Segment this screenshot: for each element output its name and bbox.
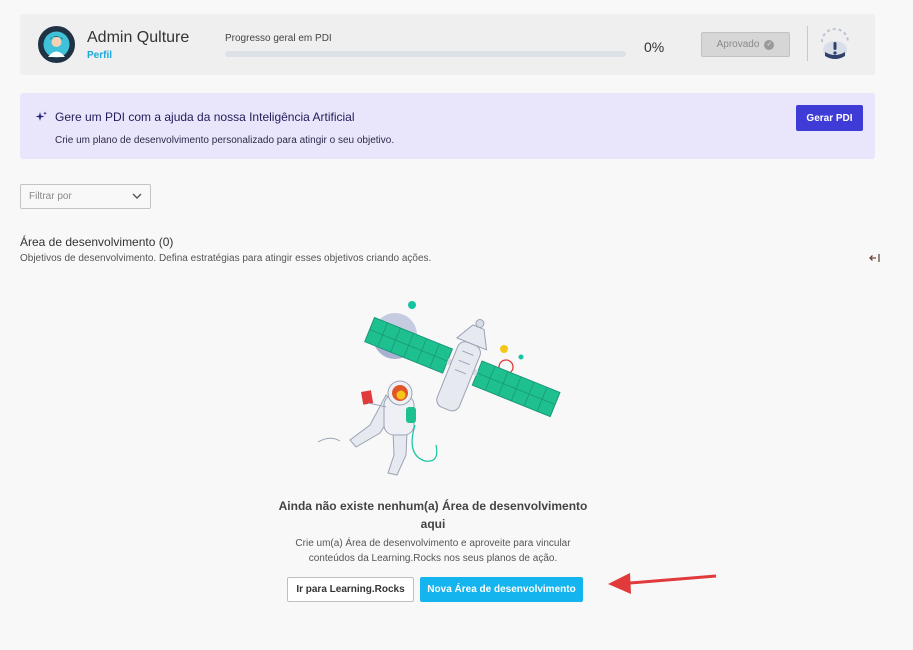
- alert-illustration-icon: [821, 28, 849, 59]
- approved-button-label: Aprovado: [716, 39, 760, 50]
- annotation-arrow-icon: [608, 573, 717, 594]
- profile-link[interactable]: Perfil: [87, 50, 112, 61]
- generate-pdi-button[interactable]: Gerar PDI: [796, 105, 863, 131]
- progress-percentage: 0%: [644, 39, 665, 55]
- empty-state-title: Ainda não existe nenhum(a) Área de desen…: [278, 499, 588, 531]
- section-description: Objetivos de desenvolvimento. Defina est…: [20, 253, 432, 264]
- collapse-left-icon[interactable]: [868, 252, 881, 264]
- ai-banner: Gere um PDI com a ajuda da nossa Intelig…: [20, 93, 875, 159]
- check-circle-icon: ✓: [764, 39, 775, 50]
- progress-bar: [225, 51, 626, 57]
- empty-state-description: Crie um(a) Área de desenvolvimento e apr…: [295, 538, 571, 564]
- header-divider: [807, 26, 808, 61]
- filter-select[interactable]: Filtrar por: [20, 184, 151, 209]
- learning-rocks-button[interactable]: Ir para Learning.Rocks: [287, 577, 414, 602]
- user-name: Admin Qulture: [87, 29, 190, 46]
- chevron-down-icon: [132, 193, 142, 199]
- astronaut-satellite-illustration: [317, 301, 561, 476]
- ai-banner-title: Gere um PDI com a ajuda da nossa Intelig…: [55, 110, 355, 124]
- approved-button[interactable]: Aprovado ✓: [701, 32, 790, 57]
- filter-placeholder: Filtrar por: [29, 191, 72, 202]
- ai-banner-description: Crie um plano de desenvolvimento persona…: [55, 135, 395, 146]
- section-title: Área de desenvolvimento (0): [20, 235, 174, 249]
- user-avatar[interactable]: [38, 26, 75, 63]
- new-development-area-button[interactable]: Nova Área de desenvolvimento: [420, 577, 583, 602]
- pdi-header: Admin Qulture Perfil Progresso geral em …: [20, 14, 875, 75]
- progress-label: Progresso geral em PDI: [225, 33, 332, 44]
- sparkle-icon: [35, 111, 47, 121]
